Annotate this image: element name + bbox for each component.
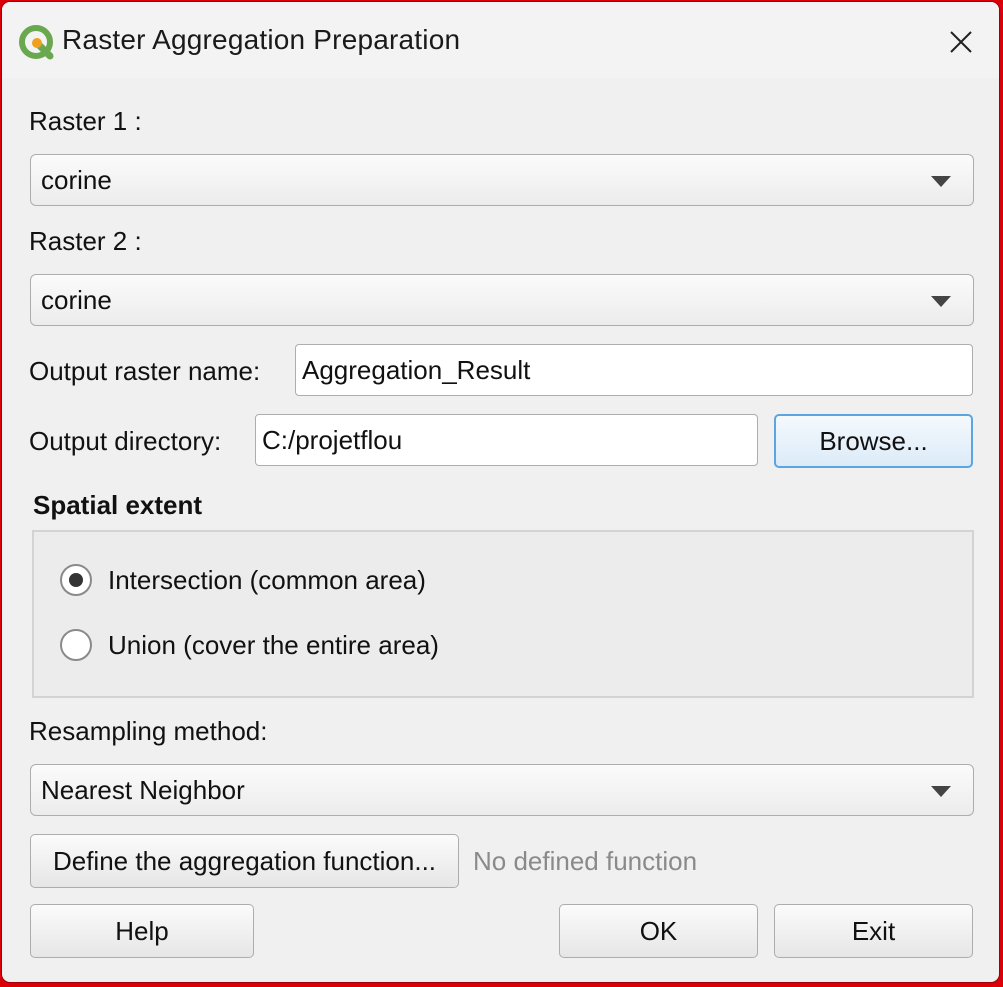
- chevron-down-icon: [931, 296, 951, 307]
- chevron-down-icon: [931, 176, 951, 187]
- resampling-label: Resampling method:: [29, 716, 268, 746]
- window-title: Raster Aggregation Preparation: [62, 24, 461, 55]
- help-button[interactable]: Help: [30, 904, 254, 958]
- raster2-label: Raster 2 :: [29, 226, 142, 256]
- dialog-window: Raster Aggregation Preparation Raster 1 …: [2, 2, 999, 982]
- output-name-input[interactable]: Aggregation_Result: [295, 344, 973, 396]
- qgis-logo-icon: [19, 25, 54, 60]
- radio-intersection[interactable]: Intersection (common area): [60, 564, 426, 596]
- close-button[interactable]: [941, 22, 981, 62]
- title-bar: Raster Aggregation Preparation: [2, 2, 999, 78]
- raster1-value: corine: [41, 164, 112, 195]
- radio-button-selected[interactable]: [60, 564, 92, 596]
- ok-button[interactable]: OK: [559, 904, 758, 958]
- raster2-value: corine: [41, 284, 112, 315]
- resampling-select[interactable]: Nearest Neighbor: [30, 764, 974, 816]
- output-directory-input[interactable]: C:/projetflou: [255, 414, 758, 466]
- raster2-select[interactable]: corine: [30, 274, 974, 326]
- define-aggregation-button[interactable]: Define the aggregation function...: [30, 834, 459, 888]
- resampling-value: Nearest Neighbor: [41, 774, 245, 805]
- close-icon: [950, 31, 972, 53]
- radio-union[interactable]: Union (cover the entire area): [60, 629, 439, 661]
- radio-dot: [69, 573, 83, 587]
- raster1-select[interactable]: corine: [30, 154, 974, 206]
- chevron-down-icon: [931, 786, 951, 797]
- raster1-label: Raster 1 :: [29, 106, 142, 136]
- spatial-extent-title: Spatial extent: [33, 490, 203, 520]
- output-name-label: Output raster name:: [29, 356, 261, 386]
- radio-intersection-label: Intersection (common area): [108, 564, 426, 595]
- exit-button[interactable]: Exit: [774, 904, 973, 958]
- spatial-extent-group: Intersection (common area) Union (cover …: [32, 530, 974, 698]
- aggregation-status: No defined function: [473, 846, 698, 876]
- browse-button[interactable]: Browse...: [774, 414, 973, 468]
- radio-union-label: Union (cover the entire area): [108, 629, 439, 660]
- radio-button[interactable]: [60, 629, 92, 661]
- output-directory-label: Output directory:: [29, 426, 222, 456]
